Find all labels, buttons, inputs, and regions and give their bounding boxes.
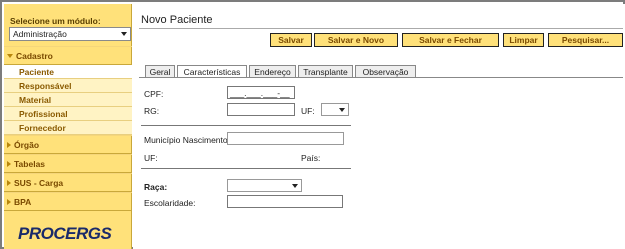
clear-button[interactable]: Limpar: [503, 33, 544, 47]
chevron-down-icon: [339, 108, 345, 112]
tab-endereco[interactable]: Endereço: [249, 65, 296, 77]
uf-nascimento-label: UF:: [144, 153, 158, 163]
expand-arrow-icon: [7, 160, 11, 167]
page-title: Novo Paciente: [141, 14, 213, 26]
cpf-field[interactable]: ___.___.___-__: [227, 86, 295, 99]
rg-label: RG:: [144, 106, 160, 116]
sidebar-subitem-profissional[interactable]: Profissional: [4, 107, 132, 121]
window-frame: Selecione um módulo: Administração Cadas…: [0, 0, 625, 249]
save-button[interactable]: Salvar: [270, 33, 312, 47]
sidebar-subitem-paciente[interactable]: Paciente: [4, 65, 132, 79]
expand-arrow-icon: [7, 141, 11, 148]
title-divider: [139, 28, 623, 29]
tab-observacao[interactable]: Observação: [355, 65, 416, 77]
sidebar-nav: Cadastro Paciente Responsável Material P…: [4, 46, 132, 211]
save-new-button[interactable]: Salvar e Novo: [314, 33, 398, 47]
escolaridade-label: Escolaridade:: [144, 198, 196, 208]
section-divider: [141, 125, 351, 126]
expand-arrow-icon: [7, 179, 11, 186]
sidebar: Selecione um módulo: Administração Cadas…: [4, 4, 132, 249]
sidebar-item-bpa[interactable]: BPA: [4, 192, 132, 211]
chevron-down-icon: [121, 32, 127, 36]
tab-content-border: [139, 77, 623, 78]
rg-field[interactable]: [227, 103, 295, 116]
cpf-label: CPF:: [144, 89, 164, 99]
sidebar-subitem-responsavel[interactable]: Responsável: [4, 79, 132, 93]
sidebar-item-label: Tabelas: [14, 158, 46, 169]
expand-arrow-icon: [7, 198, 11, 205]
procergs-logo: PROCERGS: [18, 224, 112, 243]
module-select-value: Administração: [13, 29, 67, 39]
raca-select[interactable]: [227, 179, 302, 192]
pais-label: País:: [301, 153, 321, 163]
sidebar-item-tabelas[interactable]: Tabelas: [4, 154, 132, 173]
sidebar-item-label: Cadastro: [16, 50, 53, 61]
module-select[interactable]: Administração: [9, 27, 131, 41]
module-label: Selecione um módulo:: [10, 16, 101, 26]
sidebar-item-cadastro[interactable]: Cadastro: [4, 46, 132, 65]
municipio-select[interactable]: [227, 132, 344, 145]
section-divider: [141, 168, 351, 169]
raca-label: Raça:: [144, 182, 168, 192]
escolaridade-field[interactable]: [227, 195, 343, 208]
expand-arrow-icon: [7, 53, 13, 58]
save-close-button[interactable]: Salvar e Fechar: [402, 33, 499, 47]
sidebar-subitem-material[interactable]: Material: [4, 93, 132, 107]
chevron-down-icon: [292, 184, 298, 188]
search-button[interactable]: Pesquisar...: [548, 33, 623, 47]
sidebar-item-label: BPA: [14, 196, 32, 207]
sidebar-submenu: Paciente Responsável Material Profission…: [4, 65, 132, 135]
main-panel: Novo Paciente Salvar Salvar e Novo Salva…: [133, 4, 625, 249]
municipio-label: Município Nascimento:: [144, 135, 230, 145]
sidebar-subitem-fornecedor[interactable]: Fornecedor: [4, 121, 132, 135]
uf-label: UF:: [301, 106, 315, 116]
uf-select[interactable]: [321, 103, 349, 116]
tab-transplante[interactable]: Transplante: [298, 65, 353, 77]
sidebar-item-label: Órgão: [14, 139, 40, 150]
sidebar-item-sus-carga[interactable]: SUS - Carga: [4, 173, 132, 192]
sidebar-item-orgao[interactable]: Órgão: [4, 135, 132, 154]
sidebar-item-label: SUS - Carga: [14, 177, 64, 188]
tab-geral[interactable]: Geral: [145, 65, 175, 77]
